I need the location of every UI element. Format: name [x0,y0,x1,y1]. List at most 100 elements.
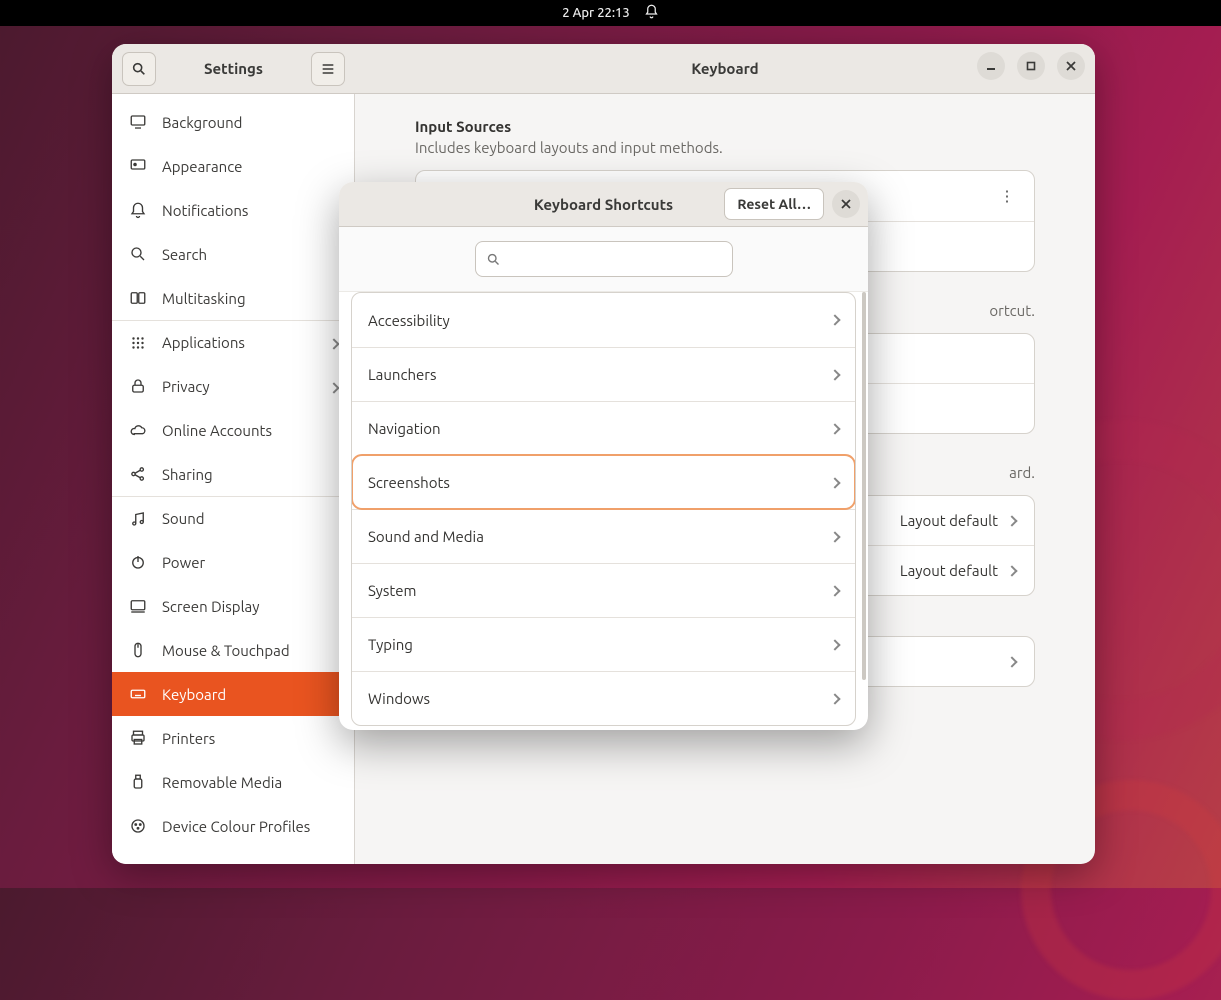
sidebar-item-sound[interactable]: Sound [112,496,354,540]
sidebar-item-label: Notifications [162,202,248,219]
top-bar: 2 Apr 22:13 [0,0,1221,26]
sidebar-item-label: Printers [162,730,215,747]
category-label: System [368,582,831,599]
screen-icon [128,597,148,615]
category-label: Navigation [368,420,831,437]
sidebar-item-label: Privacy [162,378,210,395]
category-label: Windows [368,690,831,707]
cloud-icon [128,421,148,439]
lock-icon [128,377,148,395]
sidebar-item-label: Device Colour Profiles [162,818,310,835]
shortcut-search-field[interactable] [509,251,722,267]
shortcut-category-navigation[interactable]: Navigation [352,401,855,455]
sidebar-item-removable[interactable]: Removable Media [112,760,354,804]
category-label: Screenshots [368,474,831,491]
sidebar-item-label: Mouse & Touchpad [162,642,290,659]
window-close-button[interactable] [1057,52,1085,80]
hamburger-menu-button[interactable] [311,52,345,86]
input-sources-heading: Input Sources [415,118,1035,135]
keyboard-icon [128,685,148,703]
chevron-right-icon [829,369,840,380]
settings-sidebar: Background Appearance Notifications Search M… [112,94,355,864]
chevron-right-icon [829,314,840,325]
window-minimize-button[interactable] [977,52,1005,80]
category-label: Sound and Media [368,528,831,545]
chevron-right-icon [1006,515,1017,526]
sidebar-item-applications[interactable]: Applications [112,320,354,364]
keyboard-shortcuts-dialog: Keyboard Shortcuts Reset All… Accessibil… [339,182,868,730]
multitask-icon [128,289,148,307]
search-icon [128,245,148,263]
power-icon [128,553,148,571]
sidebar-item-label: Online Accounts [162,422,272,439]
shortcut-category-launchers[interactable]: Launchers [352,347,855,401]
sidebar-item-appearance[interactable]: Appearance [112,144,354,188]
chevron-right-icon [330,378,338,395]
row-value: Layout default [900,562,998,579]
sidebar-item-label: Sound [162,510,205,527]
sidebar-item-mouse[interactable]: Mouse & Touchpad [112,628,354,672]
share-icon [128,465,148,483]
appearance-icon [128,157,148,175]
shortcut-category-accessibility[interactable]: Accessibility [352,293,855,347]
sidebar-item-power[interactable]: Power [112,540,354,584]
dialog-search-bar [339,227,868,292]
category-label: Accessibility [368,312,831,329]
input-sources-desc: Includes keyboard layouts and input meth… [415,139,1035,156]
sidebar-item-keyboard[interactable]: Keyboard [112,672,354,716]
sidebar-item-privacy[interactable]: Privacy [112,364,354,408]
chevron-right-icon [829,693,840,704]
sidebar-item-printers[interactable]: Printers [112,716,354,760]
sidebar-item-label: Applications [162,334,245,351]
usb-icon [128,773,148,791]
shortcut-category-screenshots[interactable]: Screenshots [352,455,855,509]
sidebar-item-label: Sharing [162,466,213,483]
sidebar-item-background[interactable]: Background [112,100,354,144]
colour-icon [128,817,148,835]
kebab-menu-icon[interactable]: ⋮ [998,187,1016,205]
chevron-right-icon [829,423,840,434]
sidebar-search-button[interactable] [122,52,156,86]
sidebar-item-multitasking[interactable]: Multitasking [112,276,354,320]
shortcut-category-typing[interactable]: Typing [352,617,855,671]
dialog-close-button[interactable] [832,190,860,218]
display-icon [128,113,148,131]
shortcut-category-sound-and-media[interactable]: Sound and Media [352,509,855,563]
sidebar-item-notifications[interactable]: Notifications [112,188,354,232]
sidebar-item-label: Keyboard [162,686,226,703]
sidebar-item-search[interactable]: Search [112,232,354,276]
chevron-right-icon [829,531,840,542]
apps-icon [128,334,148,352]
chevron-right-icon [829,639,840,650]
clock-text: 2 Apr 22:13 [562,6,629,20]
music-icon [128,510,148,528]
mouse-icon [128,641,148,659]
shortcut-category-system[interactable]: System [352,563,855,617]
chevron-right-icon [1006,565,1017,576]
sidebar-item-label: Search [162,246,207,263]
shortcut-category-windows[interactable]: Windows [352,671,855,725]
notification-bell-icon[interactable] [644,4,659,22]
search-icon [486,252,501,267]
printer-icon [128,729,148,747]
window-maximize-button[interactable] [1017,52,1045,80]
category-label: Typing [368,636,831,653]
sidebar-item-label: Power [162,554,205,571]
window-titlebar: Settings Keyboard [112,44,1095,94]
sidebar-item-online[interactable]: Online Accounts [112,408,354,452]
sidebar-item-colour[interactable]: Device Colour Profiles [112,804,354,848]
bell-icon [128,201,148,219]
chevron-right-icon [829,585,840,596]
scrollbar[interactable] [862,292,866,680]
sidebar-item-label: Background [162,114,242,131]
sidebar-item-label: Screen Display [162,598,259,615]
sidebar-item-label: Removable Media [162,774,282,791]
category-label: Launchers [368,366,831,383]
sidebar-item-sharing[interactable]: Sharing [112,452,354,496]
chevron-right-icon [1006,656,1017,667]
shortcut-search-input[interactable] [475,241,733,277]
sidebar-item-screen[interactable]: Screen Display [112,584,354,628]
chevron-right-icon [330,334,338,351]
reset-all-button[interactable]: Reset All… [724,188,824,220]
dialog-titlebar: Keyboard Shortcuts Reset All… [339,182,868,227]
